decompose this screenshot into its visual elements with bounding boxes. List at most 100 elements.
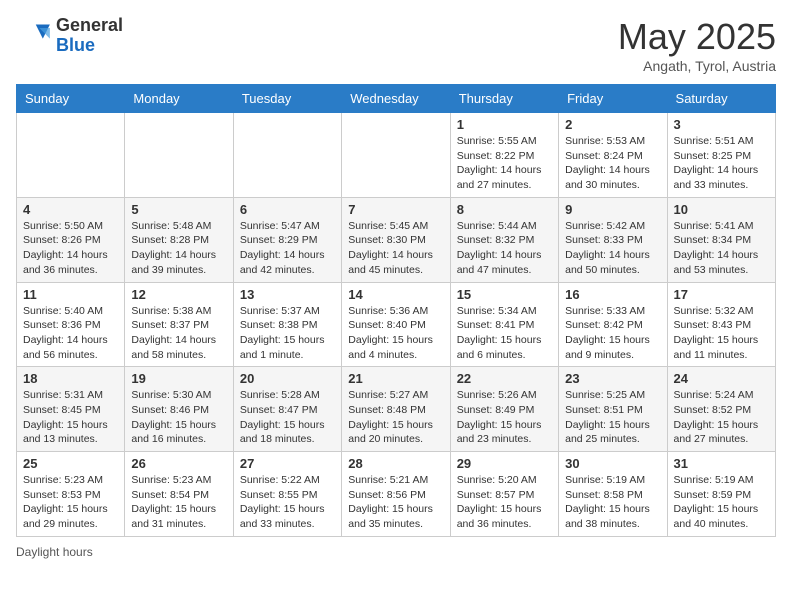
calendar-cell: 1Sunrise: 5:55 AM Sunset: 8:22 PM Daylig… bbox=[450, 113, 558, 198]
day-number: 16 bbox=[565, 287, 660, 302]
day-number: 28 bbox=[348, 456, 443, 471]
weekday-header: Saturday bbox=[667, 85, 775, 113]
title-block: May 2025 Angath, Tyrol, Austria bbox=[618, 16, 776, 74]
day-info: Sunrise: 5:38 AM Sunset: 8:37 PM Dayligh… bbox=[131, 304, 226, 363]
day-number: 14 bbox=[348, 287, 443, 302]
page-header: General Blue May 2025 Angath, Tyrol, Aus… bbox=[16, 16, 776, 74]
day-info: Sunrise: 5:55 AM Sunset: 8:22 PM Dayligh… bbox=[457, 134, 552, 193]
day-info: Sunrise: 5:23 AM Sunset: 8:53 PM Dayligh… bbox=[23, 473, 118, 532]
day-info: Sunrise: 5:26 AM Sunset: 8:49 PM Dayligh… bbox=[457, 388, 552, 447]
day-number: 6 bbox=[240, 202, 335, 217]
day-info: Sunrise: 5:19 AM Sunset: 8:59 PM Dayligh… bbox=[674, 473, 769, 532]
calendar-cell: 31 Sunrise: 5:19 AM Sunset: 8:59 PM Dayli… bbox=[667, 452, 775, 537]
day-info: Sunrise: 5:51 AM Sunset: 8:25 PM Dayligh… bbox=[674, 134, 769, 193]
calendar-cell: 2 Sunrise: 5:53 AM Sunset: 8:24 PM Daylig… bbox=[559, 113, 667, 198]
logo-blue: Blue bbox=[56, 36, 123, 56]
day-number: 24 bbox=[674, 371, 769, 386]
day-number: 12 bbox=[131, 287, 226, 302]
day-number: 10 bbox=[674, 202, 769, 217]
weekday-header: Sunday bbox=[17, 85, 125, 113]
calendar-cell: 18 Sunrise: 5:31 AM Sunset: 8:45 PM Dayli… bbox=[17, 367, 125, 452]
calendar-table: SundayMondayTuesdayWednesdayThursdayFrid… bbox=[16, 84, 776, 537]
day-info: Sunrise: 5:31 AM Sunset: 8:45 PM Dayligh… bbox=[23, 388, 118, 447]
day-info: Sunrise: 5:53 AM Sunset: 8:24 PM Dayligh… bbox=[565, 134, 660, 193]
day-info: Sunrise: 5:33 AM Sunset: 8:42 PM Dayligh… bbox=[565, 304, 660, 363]
calendar-week-row: 25 Sunrise: 5:23 AM Sunset: 8:53 PM Dayli… bbox=[17, 452, 776, 537]
day-number: 3 bbox=[674, 117, 769, 132]
calendar-cell bbox=[17, 113, 125, 198]
logo-icon bbox=[16, 21, 52, 51]
day-info: Sunrise: 5:34 AM Sunset: 8:41 PM Dayligh… bbox=[457, 304, 552, 363]
day-info: Sunrise: 5:19 AM Sunset: 8:58 PM Dayligh… bbox=[565, 473, 660, 532]
day-number: 13 bbox=[240, 287, 335, 302]
calendar-cell: 12 Sunrise: 5:38 AM Sunset: 8:37 PM Dayli… bbox=[125, 282, 233, 367]
day-number: 20 bbox=[240, 371, 335, 386]
calendar-cell: 8Sunrise: 5:44 AM Sunset: 8:32 PM Daylig… bbox=[450, 197, 558, 282]
calendar-cell: 29 Sunrise: 5:20 AM Sunset: 8:57 PM Dayli… bbox=[450, 452, 558, 537]
day-number: 18 bbox=[23, 371, 118, 386]
day-info: Sunrise: 5:21 AM Sunset: 8:56 PM Dayligh… bbox=[348, 473, 443, 532]
calendar-cell: 17 Sunrise: 5:32 AM Sunset: 8:43 PM Dayli… bbox=[667, 282, 775, 367]
calendar-cell bbox=[125, 113, 233, 198]
calendar-cell: 21 Sunrise: 5:27 AM Sunset: 8:48 PM Dayli… bbox=[342, 367, 450, 452]
day-number: 8 bbox=[457, 202, 552, 217]
day-number: 29 bbox=[457, 456, 552, 471]
day-info: Sunrise: 5:30 AM Sunset: 8:46 PM Dayligh… bbox=[131, 388, 226, 447]
location: Angath, Tyrol, Austria bbox=[618, 58, 776, 74]
day-info: Sunrise: 5:22 AM Sunset: 8:55 PM Dayligh… bbox=[240, 473, 335, 532]
calendar-cell: 15 Sunrise: 5:34 AM Sunset: 8:41 PM Dayli… bbox=[450, 282, 558, 367]
calendar-cell: 24Sunrise: 5:24 AM Sunset: 8:52 PM Dayli… bbox=[667, 367, 775, 452]
day-info: Sunrise: 5:32 AM Sunset: 8:43 PM Dayligh… bbox=[674, 304, 769, 363]
day-number: 31 bbox=[674, 456, 769, 471]
footer-note: Daylight hours bbox=[16, 545, 776, 559]
day-number: 9 bbox=[565, 202, 660, 217]
calendar-cell: 25 Sunrise: 5:23 AM Sunset: 8:53 PM Dayli… bbox=[17, 452, 125, 537]
day-info: Sunrise: 5:47 AM Sunset: 8:29 PM Dayligh… bbox=[240, 219, 335, 278]
calendar-week-row: 4 Sunrise: 5:50 AM Sunset: 8:26 PM Daylig… bbox=[17, 197, 776, 282]
day-info: Sunrise: 5:27 AM Sunset: 8:48 PM Dayligh… bbox=[348, 388, 443, 447]
daylight-label: Daylight hours bbox=[16, 545, 93, 559]
day-number: 4 bbox=[23, 202, 118, 217]
day-info: Sunrise: 5:28 AM Sunset: 8:47 PM Dayligh… bbox=[240, 388, 335, 447]
day-info: Sunrise: 5:36 AM Sunset: 8:40 PM Dayligh… bbox=[348, 304, 443, 363]
calendar-cell: 4 Sunrise: 5:50 AM Sunset: 8:26 PM Daylig… bbox=[17, 197, 125, 282]
calendar-cell: 13 Sunrise: 5:37 AM Sunset: 8:38 PM Dayli… bbox=[233, 282, 341, 367]
day-number: 19 bbox=[131, 371, 226, 386]
day-info: Sunrise: 5:37 AM Sunset: 8:38 PM Dayligh… bbox=[240, 304, 335, 363]
day-number: 22 bbox=[457, 371, 552, 386]
day-number: 23 bbox=[565, 371, 660, 386]
weekday-header: Wednesday bbox=[342, 85, 450, 113]
calendar-cell: 7 Sunrise: 5:45 AM Sunset: 8:30 PM Daylig… bbox=[342, 197, 450, 282]
calendar-cell: 27Sunrise: 5:22 AM Sunset: 8:55 PM Dayli… bbox=[233, 452, 341, 537]
calendar-cell: 30Sunrise: 5:19 AM Sunset: 8:58 PM Dayli… bbox=[559, 452, 667, 537]
weekday-header: Thursday bbox=[450, 85, 558, 113]
day-number: 5 bbox=[131, 202, 226, 217]
day-info: Sunrise: 5:25 AM Sunset: 8:51 PM Dayligh… bbox=[565, 388, 660, 447]
calendar-cell: 23 Sunrise: 5:25 AM Sunset: 8:51 PM Dayli… bbox=[559, 367, 667, 452]
day-number: 25 bbox=[23, 456, 118, 471]
weekday-header: Tuesday bbox=[233, 85, 341, 113]
calendar-week-row: 18 Sunrise: 5:31 AM Sunset: 8:45 PM Dayli… bbox=[17, 367, 776, 452]
month-title: May 2025 bbox=[618, 16, 776, 58]
day-info: Sunrise: 5:45 AM Sunset: 8:30 PM Dayligh… bbox=[348, 219, 443, 278]
weekday-header: Monday bbox=[125, 85, 233, 113]
calendar-cell: 6 Sunrise: 5:47 AM Sunset: 8:29 PM Daylig… bbox=[233, 197, 341, 282]
day-info: Sunrise: 5:20 AM Sunset: 8:57 PM Dayligh… bbox=[457, 473, 552, 532]
calendar-cell bbox=[342, 113, 450, 198]
day-info: Sunrise: 5:40 AM Sunset: 8:36 PM Dayligh… bbox=[23, 304, 118, 363]
day-number: 17 bbox=[674, 287, 769, 302]
calendar-week-row: 1Sunrise: 5:55 AM Sunset: 8:22 PM Daylig… bbox=[17, 113, 776, 198]
day-info: Sunrise: 5:50 AM Sunset: 8:26 PM Dayligh… bbox=[23, 219, 118, 278]
logo: General Blue bbox=[16, 16, 123, 56]
day-number: 15 bbox=[457, 287, 552, 302]
logo-general: General bbox=[56, 16, 123, 36]
calendar-cell: 28 Sunrise: 5:21 AM Sunset: 8:56 PM Dayli… bbox=[342, 452, 450, 537]
day-number: 2 bbox=[565, 117, 660, 132]
calendar-cell: 19 Sunrise: 5:30 AM Sunset: 8:46 PM Dayli… bbox=[125, 367, 233, 452]
calendar-cell: 26Sunrise: 5:23 AM Sunset: 8:54 PM Dayli… bbox=[125, 452, 233, 537]
calendar-cell bbox=[233, 113, 341, 198]
calendar-cell: 10Sunrise: 5:41 AM Sunset: 8:34 PM Dayli… bbox=[667, 197, 775, 282]
calendar-cell: 3 Sunrise: 5:51 AM Sunset: 8:25 PM Daylig… bbox=[667, 113, 775, 198]
day-number: 7 bbox=[348, 202, 443, 217]
day-number: 21 bbox=[348, 371, 443, 386]
